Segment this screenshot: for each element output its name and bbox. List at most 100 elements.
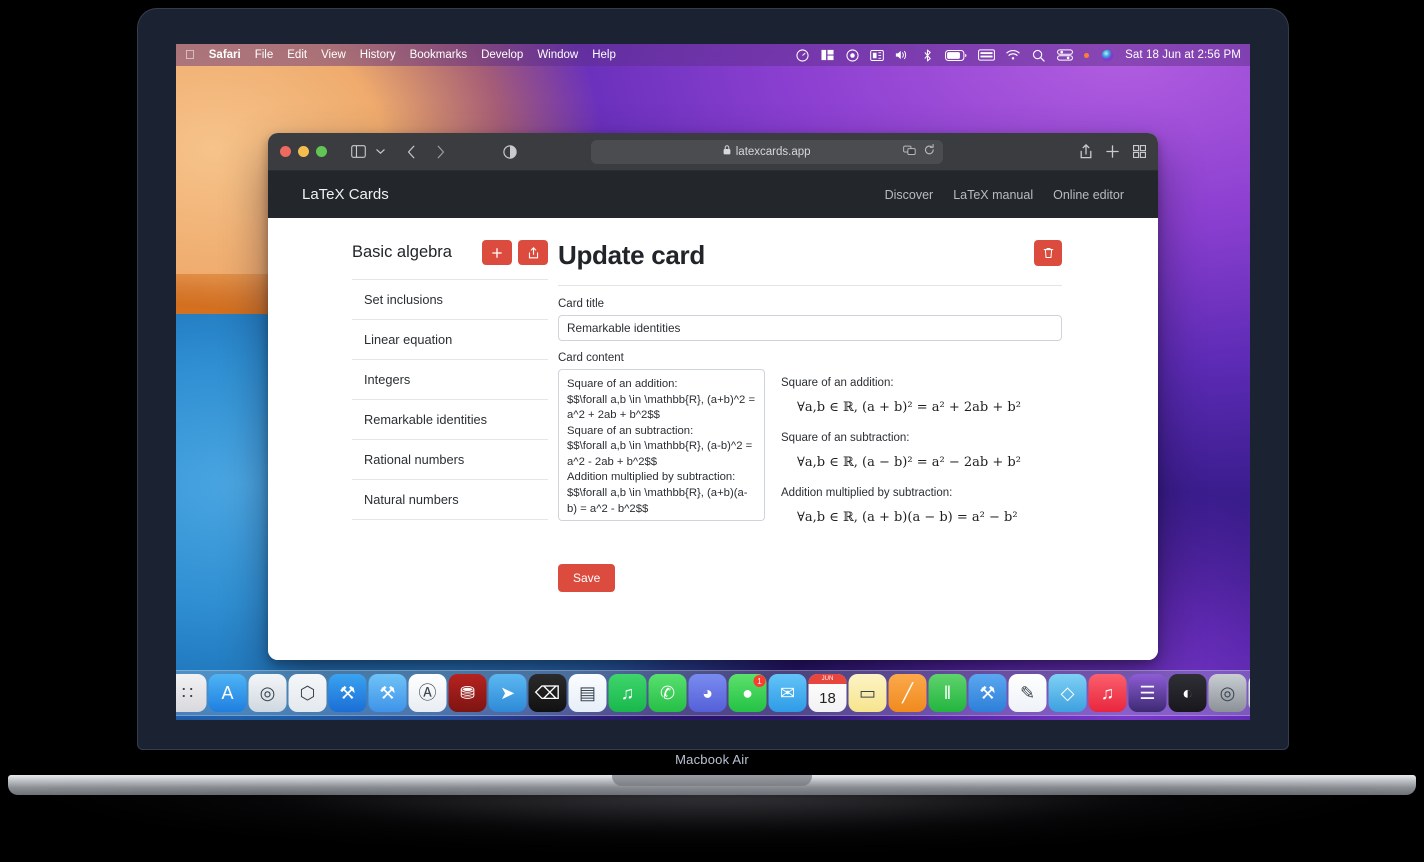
save-button[interactable]: Save <box>558 564 616 592</box>
back-button[interactable] <box>407 145 416 159</box>
list-item[interactable]: Linear equation <box>352 319 548 359</box>
delete-card-button[interactable] <box>1034 240 1062 266</box>
dock-item-trello[interactable]: ▤ <box>568 674 607 712</box>
dock-item-android-studio[interactable]: Ⓐ <box>408 674 447 712</box>
card-title-input[interactable] <box>558 315 1062 341</box>
siri-icon[interactable] <box>1100 48 1114 62</box>
safari-toolbar-right <box>1080 144 1146 159</box>
menu-item-history[interactable]: History <box>360 49 396 61</box>
card-content-textarea[interactable]: Square of an addition: $$\forall a,b \in… <box>558 369 765 521</box>
dock-item-music[interactable]: ♫ <box>1088 674 1127 712</box>
wifi-icon[interactable] <box>1006 48 1020 62</box>
dock-item-terminal[interactable]: ⌫ <box>528 674 567 712</box>
dock-item-keynote[interactable]: ⚒ <box>968 674 1007 712</box>
dock-item-launchpad[interactable]: ∷ <box>176 674 207 712</box>
menu-item-edit[interactable]: Edit <box>287 49 307 61</box>
list-item[interactable]: Rational numbers <box>352 439 548 479</box>
dock-item-whatsapp[interactable]: ✆ <box>648 674 687 712</box>
dock-item-screen-app[interactable]: ◎ <box>1208 674 1247 712</box>
list-item[interactable]: Natural numbers <box>352 479 548 520</box>
search-icon[interactable] <box>1031 48 1045 62</box>
nav-link-online-editor[interactable]: Online editor <box>1053 188 1124 202</box>
divider <box>558 285 1062 286</box>
sidebar-icon[interactable] <box>351 145 366 158</box>
preview-formula: ∀a,b ∈ ℝ, (a − b)² = a² − 2ab + b² <box>797 455 1021 470</box>
display-icon[interactable] <box>870 48 884 62</box>
dock-item-discord[interactable]: ◕ <box>688 674 727 712</box>
menu-item-file[interactable]: File <box>255 49 274 61</box>
dock-item-spotify[interactable]: ♫ <box>608 674 647 712</box>
address-bar-url: latexcards.app <box>735 145 811 158</box>
screen-record-icon[interactable] <box>845 48 859 62</box>
reload-icon[interactable] <box>924 144 935 159</box>
safari-window: latexcards.app LaTeX Cards Discover LaTe… <box>268 133 1158 660</box>
new-tab-button[interactable] <box>1106 145 1119 158</box>
dock-item-pages[interactable]: ╱ <box>888 674 927 712</box>
dock-item-messages[interactable]: ● 1 <box>728 674 767 712</box>
dock-item-numbers[interactable]: ‖ <box>928 674 967 712</box>
list-item[interactable]: Remarkable identities <box>352 399 548 439</box>
dock-item-textedit[interactable]: ✎ <box>1008 674 1047 712</box>
maximize-window-button[interactable] <box>316 146 327 157</box>
page-title: Update card <box>558 240 705 270</box>
preview-label: Square of an addition: <box>781 377 894 389</box>
minimize-window-button[interactable] <box>298 146 309 157</box>
preview-formula: ∀a,b ∈ ℝ, (a + b)(a − b) = a² − b² <box>797 510 1018 525</box>
stage-manager-icon[interactable] <box>820 48 834 62</box>
dock: ◑◉∷A◎⬡⚒⚒Ⓐ⛃➤⌫▤♫✆◕●1✉JUN18▭╱‖⚒✎◇♫☰◐◎▶🗑 <box>176 670 1250 716</box>
dock-item-database[interactable]: ⛃ <box>448 674 487 712</box>
dock-item-sketch[interactable]: ◇ <box>1048 674 1087 712</box>
add-card-button[interactable] <box>482 240 512 265</box>
menu-item-help[interactable]: Help <box>592 49 616 61</box>
nav-link-latex-manual[interactable]: LaTeX manual <box>953 188 1033 202</box>
dock-item-calendar[interactable]: JUN 18 <box>808 674 847 712</box>
nav-link-discover[interactable]: Discover <box>885 188 934 202</box>
export-deck-button[interactable] <box>518 240 548 265</box>
battery-icon[interactable] <box>945 48 967 62</box>
preview-label: Square of an subtraction: <box>781 432 910 444</box>
speedometer-icon[interactable] <box>795 48 809 62</box>
dock-item-app-store[interactable]: A <box>208 674 247 712</box>
close-window-button[interactable] <box>280 146 291 157</box>
laptop-base-notch <box>612 775 812 786</box>
dock-item-vs-code[interactable]: ⬡ <box>288 674 327 712</box>
dock-item-transmit[interactable]: ➤ <box>488 674 527 712</box>
dock-item-figma[interactable]: ◐ <box>1168 674 1207 712</box>
dock-item-safari[interactable]: ◎ <box>248 674 287 712</box>
dock-item-quicktime[interactable]: ▶ <box>1248 674 1250 712</box>
dock-item-xcode[interactable]: ⚒ <box>328 674 367 712</box>
menu-bar-clock[interactable]: Sat 18 Jun at 2:56 PM <box>1125 49 1241 61</box>
keyboard-icon[interactable] <box>978 48 996 62</box>
editor-columns: Square of an addition: $$\forall a,b \in… <box>558 369 1062 542</box>
menu-item-bookmarks[interactable]: Bookmarks <box>410 49 468 61</box>
menu-item-safari[interactable]: Safari <box>209 49 241 61</box>
save-row: Save <box>558 564 1062 592</box>
menu-item-develop[interactable]: Develop <box>481 49 523 61</box>
extension-icon[interactable] <box>902 145 916 159</box>
laptop-screen:  Safari File Edit View History Bookmark… <box>176 44 1250 720</box>
control-center-icon[interactable] <box>1056 48 1073 62</box>
site-brand[interactable]: LaTeX Cards <box>302 186 389 203</box>
share-icon[interactable] <box>1080 144 1092 159</box>
dock-item-notes[interactable]: ▭ <box>848 674 887 712</box>
address-bar[interactable]: latexcards.app <box>590 139 943 164</box>
menu-item-window[interactable]: Window <box>537 49 578 61</box>
share-icon <box>528 246 538 258</box>
deck-actions <box>482 240 548 265</box>
volume-icon[interactable] <box>895 48 909 62</box>
dock-item-imovie[interactable]: ☰ <box>1128 674 1167 712</box>
dock-item-mail[interactable]: ✉ <box>768 674 807 712</box>
tab-grid-icon[interactable] <box>1132 145 1146 158</box>
menu-item-view[interactable]: View <box>321 49 346 61</box>
chevron-down-icon[interactable] <box>376 148 385 155</box>
dock-item-xcode-beta[interactable]: ⚒ <box>368 674 407 712</box>
lock-icon <box>723 145 731 158</box>
list-item[interactable]: Set inclusions <box>352 279 548 319</box>
reader-contrast-icon[interactable] <box>503 144 517 159</box>
math-preview: Square of an addition: ∀a,b ∈ ℝ, (a + b)… <box>781 369 1062 542</box>
bluetooth-icon[interactable] <box>920 48 934 62</box>
list-item[interactable]: Integers <box>352 359 548 399</box>
apple-icon[interactable]:  <box>185 48 195 61</box>
forward-button[interactable] <box>436 145 445 159</box>
card-editor: Update card Card title Card content Squa… <box>558 240 1158 660</box>
